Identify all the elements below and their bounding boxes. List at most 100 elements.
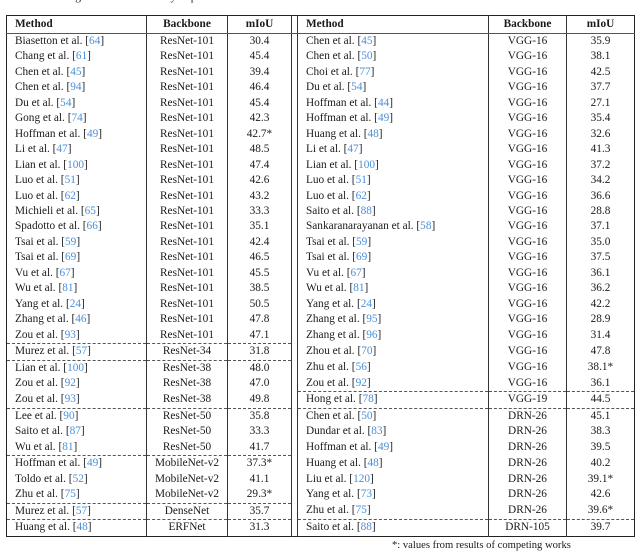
cell-miou-left: 45.5 (249, 266, 270, 279)
cell-miou-left: 47.0 (249, 377, 270, 390)
citation-link[interactable]: 83 (371, 425, 382, 437)
citation-link[interactable]: 81 (353, 282, 364, 294)
header-backbone-left: Backbone (146, 15, 228, 34)
citation-link[interactable]: 57 (76, 345, 87, 357)
cell-method-right: Zhang et al. [96] (297, 327, 489, 344)
header-method-right: Method (297, 15, 489, 34)
cell-miou-right: 42.6 (590, 488, 611, 501)
cell-miou-left: 45.4 (249, 96, 270, 109)
citation-link[interactable]: 88 (361, 205, 372, 217)
citation-link[interactable]: 92 (65, 377, 76, 389)
table-row: Lian et al. [100] ResNet-38 48.0 Zhu et al.… (6, 359, 635, 376)
citation-link[interactable]: 58 (420, 220, 431, 232)
cell-backbone-right: DRN-26 (488, 503, 567, 520)
citation-link[interactable]: 48 (76, 521, 87, 533)
cell-backbone-right: VGG-16 (488, 142, 567, 158)
table-footnote: *: values from results of competing work… (392, 540, 571, 551)
cell-backbone-right: DRN-26 (488, 455, 567, 472)
citation-link[interactable]: 93 (65, 393, 76, 405)
citation-link[interactable]: 62 (65, 190, 76, 202)
cell-miou-left: 41.1 (249, 472, 270, 485)
citation-link[interactable]: 88 (361, 521, 372, 533)
citation-link[interactable]: 46 (75, 313, 86, 325)
citation-link[interactable]: 24 (70, 298, 81, 310)
table-row: Chang et al. [61] ResNet-101 45.4 Chen et a… (6, 49, 635, 65)
citation-link[interactable]: 54 (351, 81, 362, 93)
citation-link[interactable]: 50 (361, 50, 372, 62)
citation-link[interactable]: 49 (87, 128, 98, 140)
citation-link[interactable]: 70 (361, 345, 372, 357)
citation-link[interactable]: 45 (361, 35, 372, 47)
cell-miou-left: 29.3* (246, 488, 273, 501)
citation-link[interactable]: 81 (62, 441, 73, 453)
cell-miou-right: 44.5 (566, 391, 635, 409)
cell-method-left: Spadotto et al. [66] (6, 219, 147, 235)
citation-link[interactable]: 92 (356, 377, 367, 389)
citation-link[interactable]: 96 (366, 329, 377, 341)
cell-backbone-right: VGG-16 (488, 375, 567, 392)
citation-link[interactable]: 51 (65, 174, 76, 186)
citation-link[interactable]: 100 (67, 159, 84, 171)
citation-link[interactable]: 69 (356, 251, 367, 263)
citation-link[interactable]: 100 (67, 362, 84, 374)
citation-link[interactable]: 48 (367, 128, 378, 140)
citation-link[interactable]: 51 (356, 174, 367, 186)
cell-miou-left: 46.4 (249, 81, 270, 94)
citation-link[interactable]: 49 (378, 441, 389, 453)
citation-link[interactable]: 66 (87, 220, 98, 232)
cell-miou-right: 27.1 (590, 96, 611, 109)
citation-link[interactable]: 78 (362, 393, 373, 405)
cell-miou-left: 37.3* (227, 455, 292, 472)
cell-miou-left: 35.8 (227, 407, 292, 425)
citation-link[interactable]: 49 (87, 457, 98, 469)
citation-link[interactable]: 64 (89, 35, 100, 47)
table-row: Du et al. [54] ResNet-101 45.4 Hoffman et a… (6, 95, 635, 112)
cell-backbone-right: VGG-16 (488, 203, 567, 220)
citation-link[interactable]: 44 (378, 97, 389, 109)
citation-link[interactable]: 24 (361, 298, 372, 310)
citation-link[interactable]: 120 (353, 473, 370, 485)
citation-link[interactable]: 69 (65, 251, 76, 263)
citation-link[interactable]: 50 (361, 410, 372, 422)
citation-link[interactable]: 49 (378, 112, 389, 124)
citation-link[interactable]: 87 (70, 425, 81, 437)
citation-link[interactable]: 74 (71, 112, 82, 124)
citation-link[interactable]: 61 (76, 50, 87, 62)
citation-link[interactable]: 67 (351, 267, 362, 279)
citation-link[interactable]: 56 (356, 361, 367, 373)
table-row: Zhang et al. [46] ResNet-101 47.8 Zhang et … (6, 312, 635, 328)
cell-method-right: Zou et al. [92] (297, 375, 489, 392)
cell-backbone-left: ResNet-101 (146, 33, 228, 50)
table-row: Tsai et al. [69] ResNet-101 46.5 Tsai et al… (6, 250, 635, 266)
citation-link[interactable]: 93 (65, 329, 76, 341)
citation-link[interactable]: 81 (62, 282, 73, 294)
citation-link[interactable]: 54 (60, 97, 71, 109)
citation-link[interactable]: 62 (356, 190, 367, 202)
citation-link[interactable]: 52 (73, 473, 84, 485)
citation-link[interactable]: 75 (356, 504, 367, 516)
cell-method-right: Liu et al. [120] (297, 471, 489, 488)
citation-link[interactable]: 95 (366, 313, 377, 325)
citation-link[interactable]: 67 (60, 267, 71, 279)
citation-link[interactable]: 47 (347, 143, 358, 155)
cell-miou-right: 39.6* (587, 504, 614, 517)
citation-link[interactable]: 57 (76, 505, 87, 517)
citation-link[interactable]: 59 (65, 236, 76, 248)
citation-link[interactable]: 59 (356, 236, 367, 248)
cell-backbone-left: ResNet-38 (146, 359, 228, 376)
cell-method-right: Lian et al. [100] (297, 157, 489, 174)
citation-link[interactable]: 65 (85, 205, 96, 217)
citation-link[interactable]: 77 (359, 66, 370, 78)
citation-link[interactable]: 100 (358, 159, 375, 171)
citation-link[interactable]: 47 (56, 143, 67, 155)
citation-link[interactable]: 73 (361, 488, 372, 500)
citation-link[interactable]: 48 (367, 457, 378, 469)
cell-method-left: Wu et al. [81] (6, 439, 147, 456)
cell-method-right: Du et al. [54] (297, 80, 489, 96)
header-backbone-right: Backbone (488, 15, 567, 34)
table-row: Wu et al. [81] ResNet-101 38.5 Wu et al. [8… (6, 281, 635, 297)
citation-link[interactable]: 90 (63, 410, 74, 422)
citation-link[interactable]: 94 (70, 81, 81, 93)
citation-link[interactable]: 75 (65, 488, 76, 500)
citation-link[interactable]: 45 (70, 66, 81, 78)
